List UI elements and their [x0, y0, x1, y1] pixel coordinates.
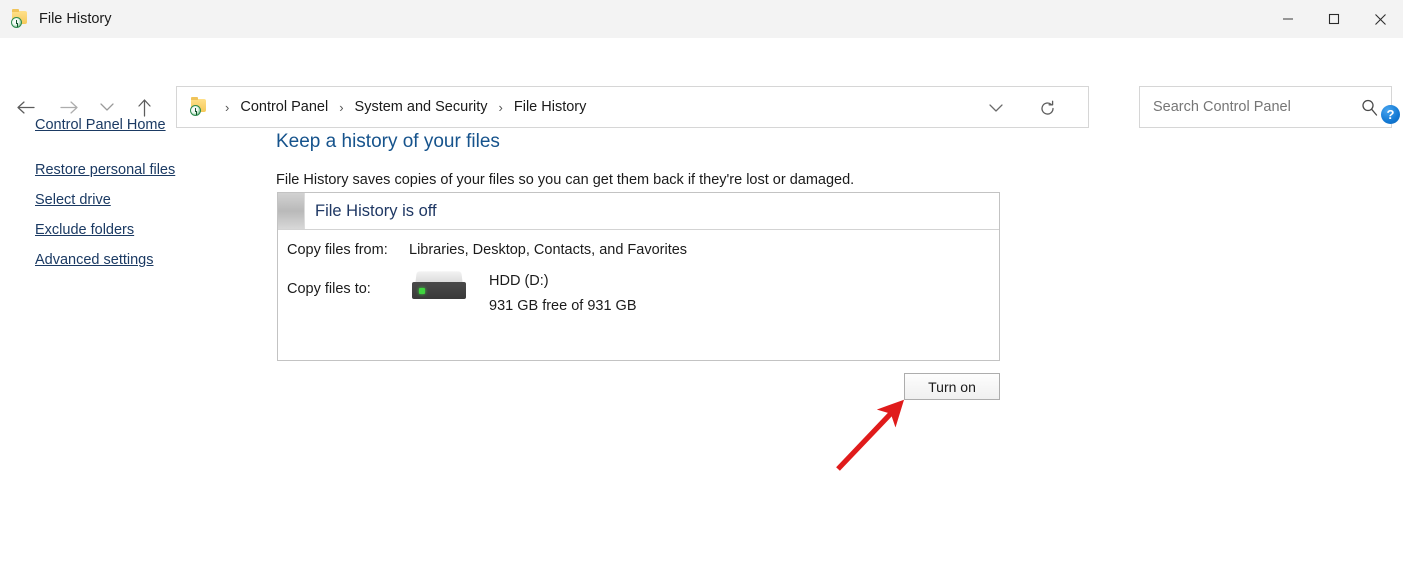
page-description: File History saves copies of your files …: [276, 172, 855, 188]
address-dropdown-chevron-down-icon[interactable]: [979, 87, 1013, 129]
drive-name: HDD (D:): [489, 273, 549, 289]
search-input[interactable]: [1151, 95, 1351, 119]
maximize-icon[interactable]: [1311, 0, 1357, 38]
copy-files-from-value: Libraries, Desktop, Contacts, and Favori…: [409, 242, 688, 258]
sidebar-item-control-panel-home[interactable]: Control Panel Home: [0, 110, 276, 140]
page-title: Keep a history of your files: [276, 131, 500, 152]
search-icon[interactable]: [1360, 98, 1379, 122]
panel-header-swatch: [278, 193, 305, 229]
address-bar-row: › Control Panel › System and Security › …: [0, 38, 1403, 128]
folder-clock-icon: [10, 9, 30, 28]
close-icon[interactable]: [1357, 0, 1403, 38]
sidebar-divider-gap: [0, 140, 276, 155]
file-history-window: File History › Control Panel › System an…: [0, 0, 1403, 564]
sidebar-item-restore-personal-files[interactable]: Restore personal files: [0, 155, 276, 185]
title-bar: File History: [0, 0, 1403, 38]
turn-on-button[interactable]: Turn on: [904, 373, 1000, 400]
refresh-icon[interactable]: [1030, 87, 1064, 129]
window-controls: [1265, 0, 1403, 38]
minimize-icon[interactable]: [1265, 0, 1311, 38]
sidebar-item-exclude-folders[interactable]: Exclude folders: [0, 215, 276, 245]
main-content: Keep a history of your files File Histor…: [276, 110, 854, 188]
panel-body: Copy files from: Libraries, Desktop, Con…: [278, 230, 999, 360]
copy-files-from-label: Copy files from:: [287, 242, 388, 258]
window-title: File History: [39, 11, 112, 27]
status-badge: File History is off: [315, 201, 437, 220]
copy-files-to-label: Copy files to:: [287, 281, 371, 297]
file-history-status-panel: File History is off Copy files from: Lib…: [277, 192, 1000, 361]
external-drive-icon: [412, 271, 466, 301]
help-icon[interactable]: ?: [1381, 105, 1400, 124]
drive-capacity: 931 GB free of 931 GB: [489, 298, 637, 314]
search-box[interactable]: [1139, 86, 1392, 128]
sidebar: Control Panel Home Restore personal file…: [0, 110, 276, 275]
sidebar-item-select-drive[interactable]: Select drive: [0, 185, 276, 215]
panel-header: File History is off: [278, 193, 999, 230]
sidebar-item-advanced-settings[interactable]: Advanced settings: [0, 245, 276, 275]
